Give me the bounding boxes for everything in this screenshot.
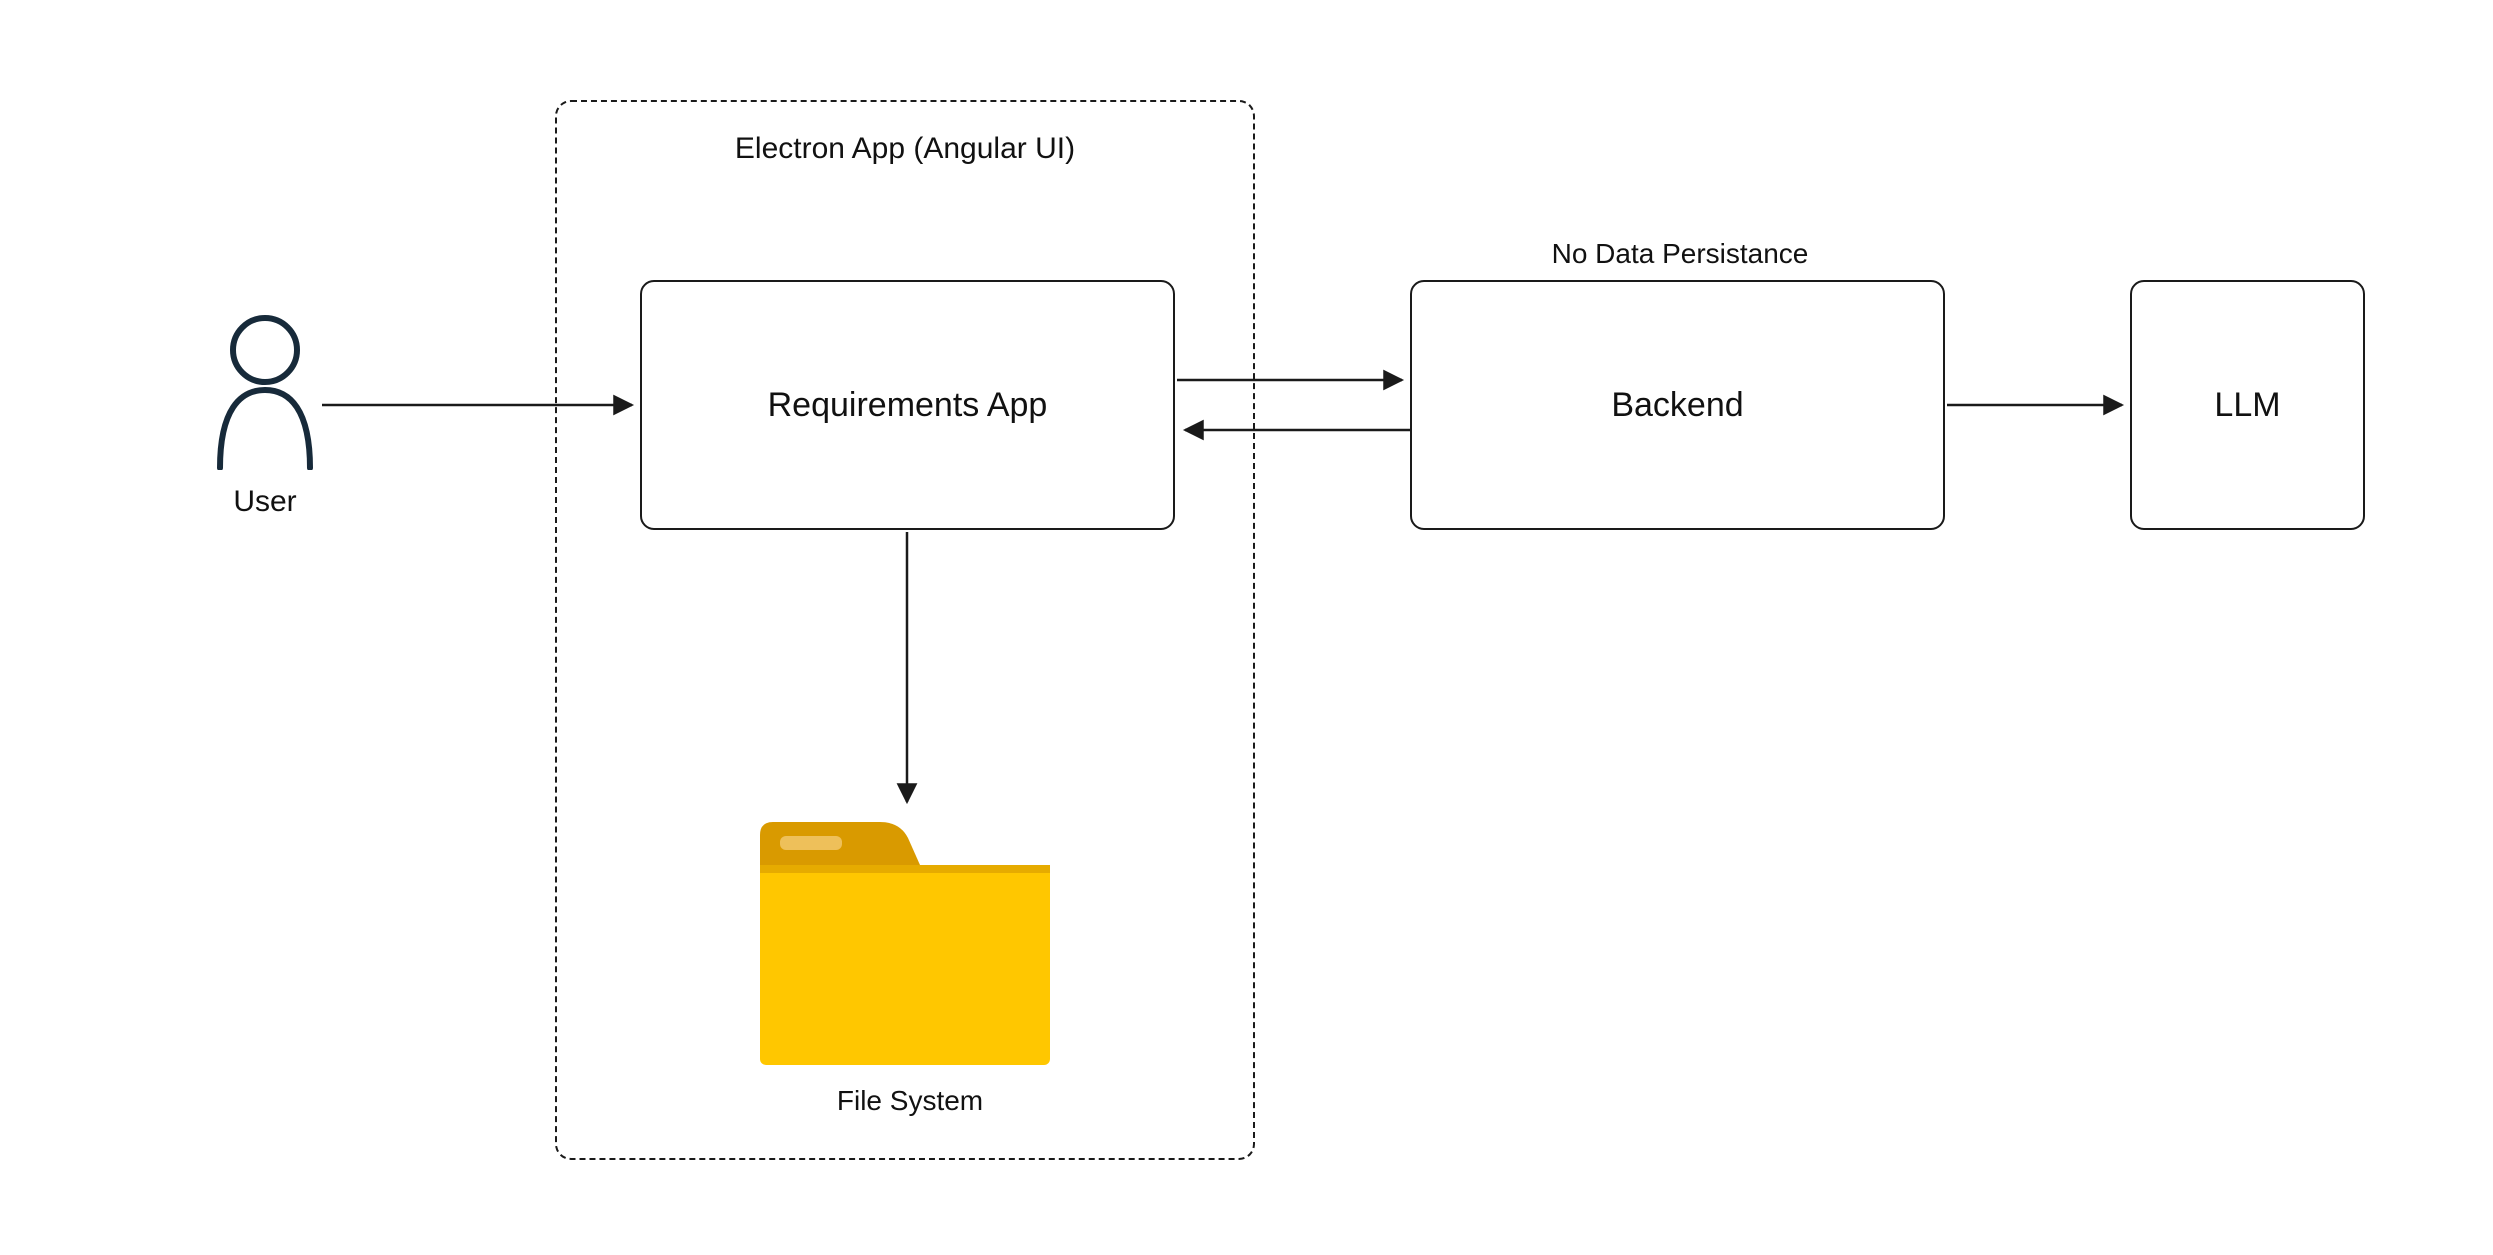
filesystem-label: File System [825,1085,995,1117]
electron-container-title: Electron App (Angular UI) [735,132,1075,165]
user-icon [210,310,320,470]
user-label: User [195,485,335,519]
folder-icon [750,810,1060,1070]
diagram-canvas: User Electron App (Angular UI) Requireme… [0,0,2493,1255]
node-requirements-app: Requirements App [640,280,1175,530]
node-backend: Backend [1410,280,1945,530]
node-requirements-app-label: Requirements App [768,386,1048,425]
backend-annotation: No Data Persistance [1530,238,1830,270]
node-llm: LLM [2130,280,2365,530]
node-backend-label: Backend [1611,386,1743,425]
node-llm-label: LLM [2214,386,2280,425]
